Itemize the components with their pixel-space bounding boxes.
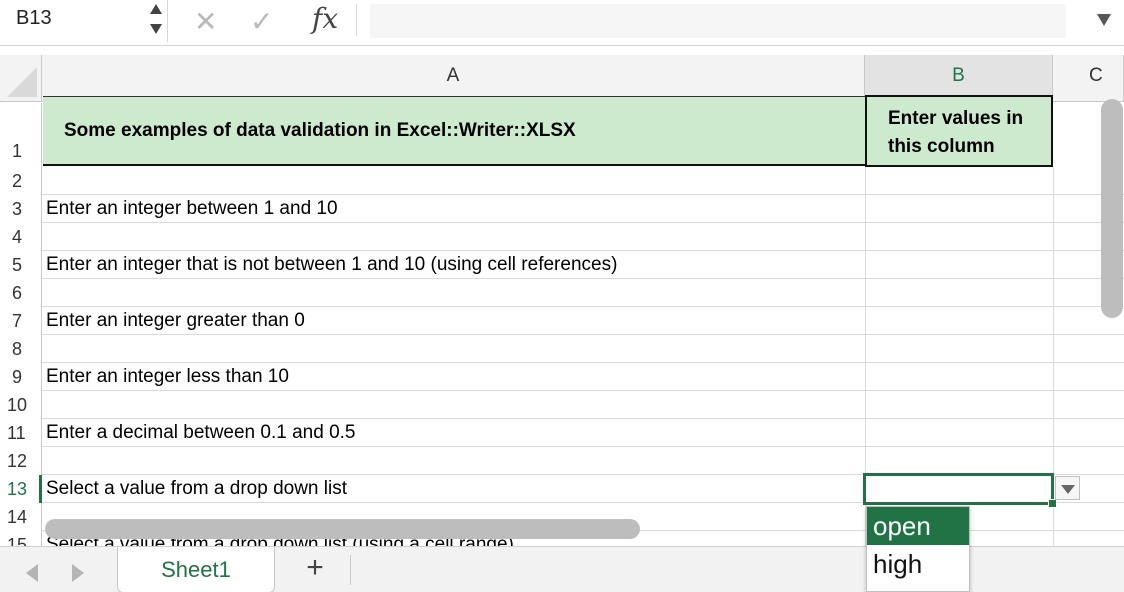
add-sheet-button[interactable]: + (300, 553, 330, 583)
column-header-a[interactable]: A (42, 55, 865, 102)
gridline (42, 306, 1124, 307)
fill-handle[interactable] (1048, 499, 1057, 508)
cell-a3[interactable]: Enter an integer between 1 and 10 (46, 198, 338, 220)
formula-bar: B13 ✕ ✓ fx (0, 0, 1124, 46)
row-header-8[interactable]: 8 (0, 335, 42, 363)
row-header-4[interactable]: 4 (0, 223, 42, 251)
row-header-2[interactable]: 2 (0, 167, 42, 195)
row-header-15[interactable]: 15 (0, 531, 42, 546)
cell-a5[interactable]: Enter an integer that is not between 1 a… (46, 254, 617, 276)
cell-a13[interactable]: Select a value from a drop down list (46, 478, 347, 500)
gridline (42, 222, 1124, 223)
row-header-5[interactable]: 5 (0, 251, 42, 279)
select-all-corner[interactable] (0, 55, 42, 102)
name-box[interactable]: B13 (0, 0, 168, 42)
stepper-down-icon[interactable] (150, 24, 162, 34)
cell-a1-text: Some examples of data validation in Exce… (64, 119, 576, 141)
row-header-6[interactable]: 6 (0, 279, 42, 307)
cell-a11[interactable]: Enter a decimal between 0.1 and 0.5 (46, 422, 355, 444)
confirm-icon[interactable]: ✓ (250, 4, 273, 40)
prev-sheet-icon[interactable] (26, 564, 38, 582)
validation-dropdown-list: open high (866, 506, 970, 592)
name-box-value: B13 (16, 7, 52, 29)
row-header-13[interactable]: 13 (0, 475, 42, 503)
cell-b13-selected[interactable] (863, 473, 1054, 505)
gridline (42, 390, 1124, 391)
gridline (42, 194, 1124, 195)
spreadsheet-grid: A B C 1 2 3 4 5 6 7 8 9 10 11 12 13 14 1… (0, 47, 1124, 546)
column-header-c[interactable]: C (1053, 55, 1124, 102)
name-box-stepper[interactable] (146, 0, 166, 42)
row-header-3[interactable]: 3 (0, 195, 42, 223)
row-header-1[interactable]: 1 (0, 103, 42, 167)
cell-b1-text: Enter values in this column (888, 108, 1024, 157)
validation-dropdown-button[interactable] (1055, 476, 1080, 500)
vertical-scrollbar[interactable] (1101, 99, 1123, 318)
formula-input[interactable] (370, 4, 1066, 38)
formula-divider (356, 4, 357, 36)
cell-a1[interactable]: Some examples of data validation in Exce… (43, 96, 865, 166)
next-sheet-icon[interactable] (72, 564, 84, 582)
cell-a7[interactable]: Enter an integer greater than 0 (46, 310, 305, 332)
cell-a9[interactable]: Enter an integer less than 10 (46, 366, 289, 388)
dropdown-arrow-icon (1061, 485, 1075, 494)
gridline (42, 250, 1124, 251)
row-header-10[interactable]: 10 (0, 391, 42, 419)
gridline (42, 334, 1124, 335)
row-header-12[interactable]: 12 (0, 447, 42, 475)
dropdown-option-open[interactable]: open (867, 507, 969, 545)
expand-formula-icon[interactable] (1097, 14, 1111, 26)
tab-divider (350, 555, 351, 585)
stepper-up-icon[interactable] (150, 4, 162, 14)
row-header-11[interactable]: 11 (0, 419, 42, 447)
row-header-14[interactable]: 14 (0, 503, 42, 531)
gridline (42, 278, 1124, 279)
insert-function-icon[interactable]: fx (312, 2, 338, 35)
row-header-9[interactable]: 9 (0, 363, 42, 391)
sheet-tab-sheet1[interactable]: Sheet1 (117, 547, 275, 592)
gridline (42, 418, 1124, 419)
row-header-7[interactable]: 7 (0, 307, 42, 335)
gridline (42, 446, 1124, 447)
horizontal-scrollbar[interactable] (45, 519, 640, 539)
gridline (42, 362, 1124, 363)
cell-b1[interactable]: Enter values in this column (865, 95, 1053, 167)
cancel-icon[interactable]: ✕ (194, 4, 217, 40)
dropdown-option-high[interactable]: high (867, 545, 969, 583)
